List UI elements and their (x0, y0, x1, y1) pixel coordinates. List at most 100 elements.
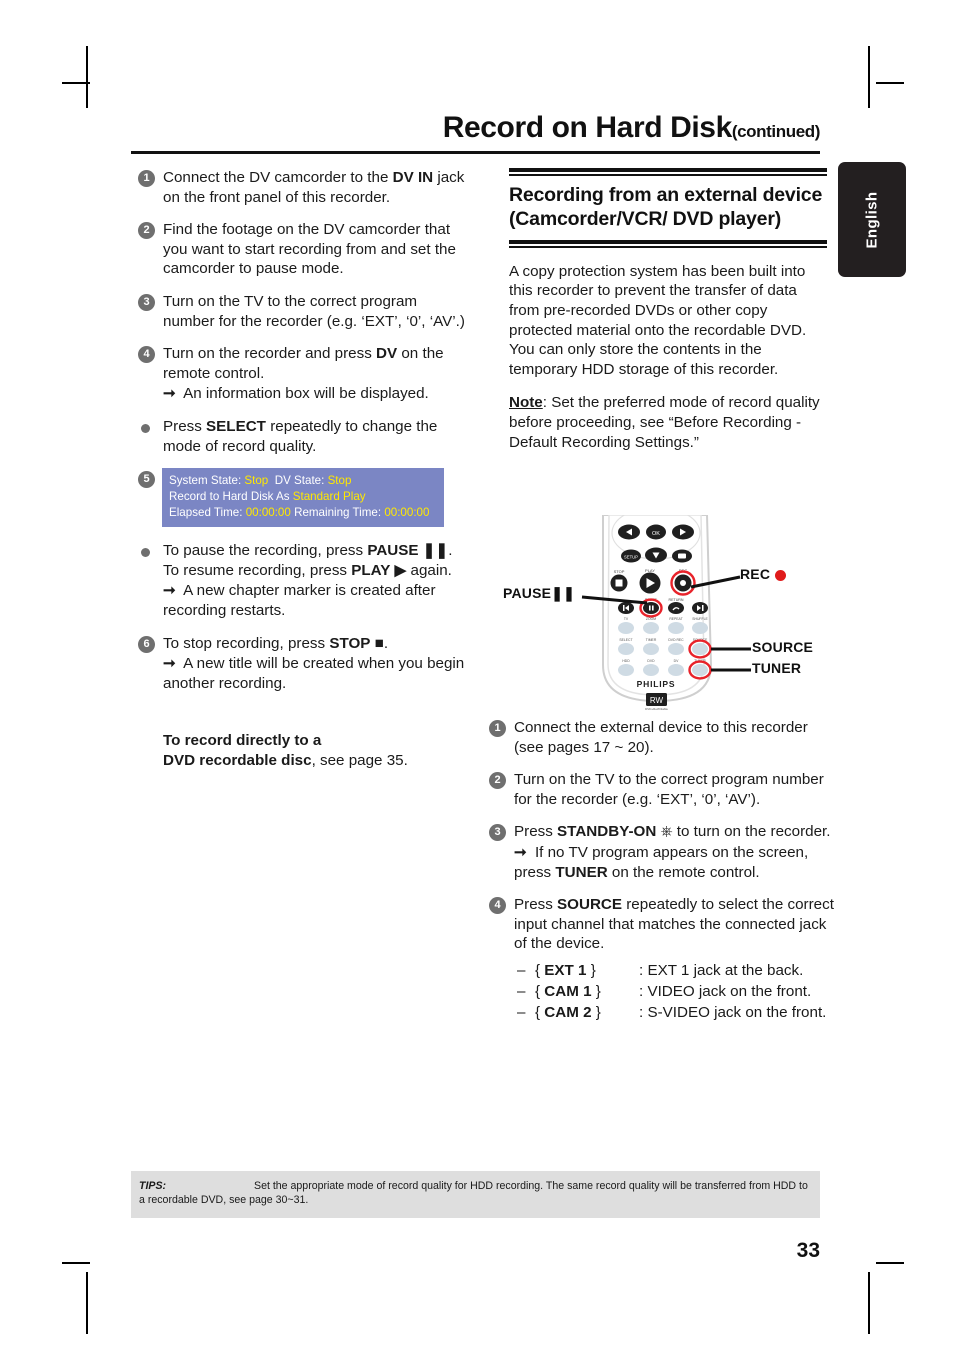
record-directly-note: To record directly to a DVD recordable di… (163, 732, 408, 770)
left-step-item: To pause the recording, press PAUSE ❚❚. … (138, 541, 468, 620)
svg-text:DVD: DVD (647, 659, 655, 663)
osd-record-mode-label: Record to Hard Disk As (169, 489, 290, 503)
tips-text: Set the appropriate mode of record quali… (139, 1180, 808, 1206)
page-header: Record on Hard Disk(continued) (131, 112, 820, 154)
page-title-main: Record on Hard Disk (442, 111, 733, 144)
osd-record-mode-value: Standard Play (292, 489, 366, 503)
right-steps-list: 1 Connect the external device to this rec… (489, 718, 834, 954)
remote-control-figure: OK SETUP STOP PLAY REC PAUSE RETURN TV Z… (495, 506, 835, 715)
svg-text:DVD+ReWritable: DVD+ReWritable (645, 707, 668, 711)
callout-rec-label: REC (740, 566, 787, 582)
rec-dot-icon (775, 569, 787, 581)
step-number-marker: 3 (489, 824, 506, 842)
osd-dv-state-label: DV State: (274, 474, 325, 487)
step-number-marker: 3 (138, 294, 155, 312)
section-heading: Recording from an external device (Camco… (509, 184, 823, 231)
svg-text:PLAY: PLAY (645, 568, 655, 573)
crop-mark-top-right-horizontal (876, 82, 904, 84)
heading-rule-top (509, 168, 827, 172)
svg-text:DVD REC: DVD REC (668, 638, 684, 642)
source-option-key: { CAM 2 } (535, 1003, 601, 1021)
section-note: Note: Set the preferred mode of record q… (509, 394, 820, 451)
heading-rule-bottom (509, 239, 827, 244)
callout-tuner-label: TUNER (752, 660, 802, 676)
svg-text:ZOOM: ZOOM (646, 617, 656, 621)
left-step-text: Press SELECT repeatedly to change the mo… (163, 418, 438, 455)
osd-system-state-value: Stop (244, 474, 269, 487)
callout-pause-text: PAUSE (503, 585, 552, 601)
svg-text:HDD: HDD (622, 659, 630, 663)
crop-mark-top-left-horizontal (62, 82, 90, 84)
source-option-description: : S-VIDEO jack on the front. (639, 1003, 827, 1021)
crop-mark-top-left-vertical (86, 46, 88, 108)
svg-text:RETURN: RETURN (669, 598, 684, 602)
source-option-row: –{ EXT 1 } : EXT 1 jack at the back. (517, 961, 834, 981)
svg-text:SHUFFLE: SHUFFLE (692, 617, 708, 621)
heading-rule-top-thin (509, 174, 827, 176)
left-step-item: 2 Find the footage on the DV camcorder th… (138, 220, 468, 279)
osd-elapsed-value: 00:00:00 (245, 505, 291, 519)
source-option-description: : EXT 1 jack at the back. (639, 962, 804, 980)
option-dash: – (517, 1003, 526, 1021)
option-dash: – (517, 962, 526, 980)
step-number-marker: 2 (489, 772, 506, 790)
left-step-item: 4 Turn on the recorder and press DV on th… (138, 344, 468, 404)
step-number-marker: 5 (138, 471, 155, 489)
page-title: Record on Hard Disk(continued) (131, 111, 821, 144)
svg-text:TV: TV (624, 617, 629, 621)
left-step-text: Turn on the TV to the correct program nu… (163, 293, 465, 330)
left-step-item: Press SELECT repeatedly to change the mo… (138, 417, 468, 456)
header-rule (131, 150, 820, 154)
bullet-marker (141, 548, 150, 558)
step-number-marker: 2 (138, 222, 155, 240)
right-step-item: 1 Connect the external device to this rec… (489, 718, 834, 757)
crop-mark-top-right-vertical (868, 46, 870, 108)
left-step-text: To pause the recording, press PAUSE ❚❚. … (163, 542, 453, 619)
step-number-marker: 4 (138, 346, 155, 364)
osd-remaining-label: Remaining Time: (294, 505, 382, 519)
step-number-marker: 4 (489, 897, 506, 915)
svg-text:OK: OK (652, 531, 660, 537)
source-option-key: { CAM 1 } (535, 982, 601, 1000)
osd-remaining-value: 00:00:00 (384, 505, 430, 519)
heading-rule-bottom-thin (509, 245, 827, 248)
osd-line-2: Record to Hard Disk As Standard Play (169, 489, 437, 505)
left-step-text: Find the footage on the DV camcorder tha… (163, 221, 456, 278)
callout-source-label: SOURCE (752, 639, 814, 655)
right-step-text: Connect the external device to this reco… (514, 719, 808, 756)
source-option-row: –{ CAM 1 }: VIDEO jack on the front. (517, 982, 834, 1002)
left-steps-list: 1 Connect the DV camcorder to the DV IN j… (138, 168, 468, 693)
page-number: 33 (796, 1239, 820, 1262)
right-steps-container: 1 Connect the external device to this rec… (489, 718, 834, 1023)
source-options-list: –{ EXT 1 }: EXT 1 jack at the back. –{ CA… (517, 961, 834, 1022)
osd-line-1: System State: Stop DV State: Stop (169, 473, 437, 489)
step-number-marker: 6 (138, 635, 155, 653)
svg-text:REPEAT: REPEAT (669, 617, 682, 621)
remote-control-illustration: OK SETUP STOP PLAY REC PAUSE RETURN TV Z… (581, 506, 751, 711)
callout-pause-label: PAUSE❚❚ (503, 585, 575, 602)
page-title-continued: (continued) (731, 122, 821, 141)
section-heading-block: Recording from an external device (Camco… (509, 168, 827, 248)
step-number-marker: 1 (138, 170, 155, 187)
svg-text:STOP: STOP (614, 569, 625, 574)
right-step-text: Turn on the TV to the correct program nu… (514, 771, 824, 808)
language-tab-label: English (863, 191, 881, 248)
svg-text:TIMER: TIMER (646, 638, 657, 642)
source-option-key: { EXT 1 } (535, 962, 596, 980)
bullet-marker (141, 424, 150, 434)
svg-text:SETUP: SETUP (624, 555, 638, 560)
pause-icon: ❚❚ (551, 585, 576, 601)
source-option-description: : VIDEO jack on the front. (639, 982, 812, 1000)
osd-elapsed-label: Elapsed Time: (169, 505, 243, 519)
left-step-text: To stop recording, press STOP ■. ➞ A new … (163, 634, 465, 692)
left-step-item: 3 Turn on the TV to the correct program n… (138, 292, 468, 331)
tips-box: TIPS: Set the appropriate mode of record… (131, 1171, 820, 1218)
left-step-text: Turn on the recorder and press DV on the… (163, 345, 444, 403)
right-column: Recording from an external device (Camco… (509, 168, 827, 452)
right-step-text: Press SOURCE repeatedly to select the co… (514, 896, 834, 953)
svg-text:PHILIPS: PHILIPS (637, 679, 676, 689)
callout-rec-text: REC (740, 566, 771, 582)
document-page: Record on Hard Disk(continued) English 1… (0, 0, 954, 1347)
osd-system-state-label: System State: (169, 474, 242, 487)
right-step-item: 2 Turn on the TV to the correct program n… (489, 770, 834, 809)
